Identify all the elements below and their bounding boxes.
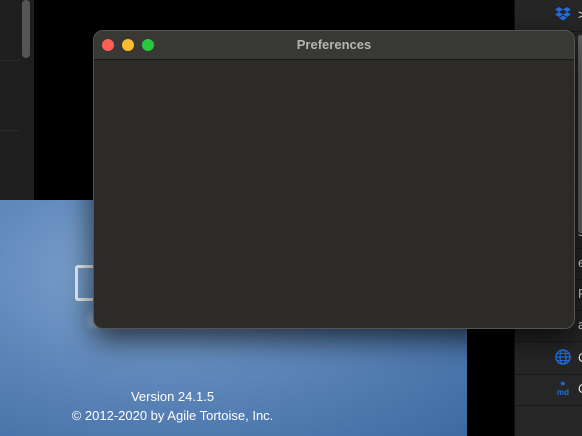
list-item[interactable]: C — [515, 343, 582, 375]
list-item-label: C — [578, 381, 582, 396]
svg-text:md: md — [557, 388, 569, 396]
list-item-label: a — [578, 317, 582, 332]
list-item-label: e — [578, 255, 582, 270]
window-title: Preferences — [296, 37, 372, 52]
left-scrollbar[interactable] — [22, 0, 30, 58]
window-titlebar[interactable]: Preferences — [94, 31, 574, 60]
version-label: Version 24.1.5 — [130, 389, 215, 404]
list-item-label: > — [578, 7, 582, 22]
markdown-icon: md — [555, 380, 571, 396]
divider — [0, 130, 20, 131]
globe-icon — [555, 349, 571, 365]
dropbox-icon — [555, 6, 571, 22]
list-item[interactable]: > — [515, 0, 582, 32]
divider — [0, 60, 20, 61]
preferences-window[interactable]: Preferences — [93, 30, 575, 329]
background-left-panel — [0, 0, 34, 200]
right-scrollbar[interactable] — [578, 35, 582, 233]
list-item[interactable]: md C — [515, 374, 582, 406]
copyright-label: © 2012-2020 by Agile Tortoise, Inc. — [71, 408, 274, 423]
list-item-label: R — [578, 286, 582, 301]
list-item-label: C — [578, 350, 582, 365]
